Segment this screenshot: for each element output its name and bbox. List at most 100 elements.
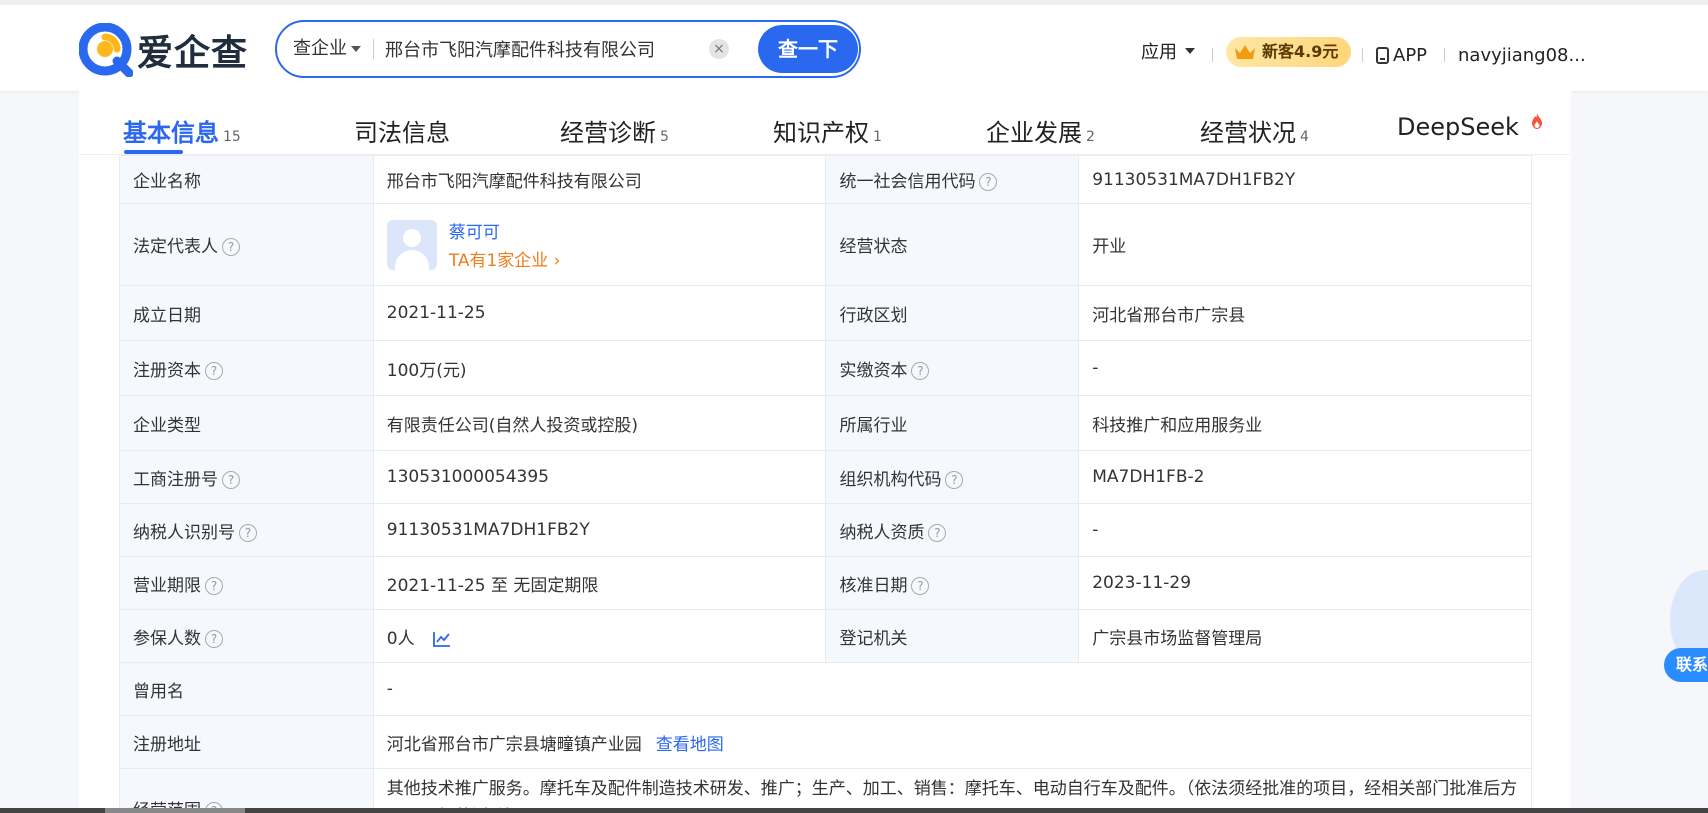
- address-cell: 河北省邢台市广宗县塘疃镇产业园 查看地图: [372, 715, 1533, 769]
- legal-rep-cell: 蔡可可 TA有1家企业 ›: [372, 203, 827, 286]
- help-icon[interactable]: ?: [239, 523, 257, 542]
- app-download-link[interactable]: APP: [1376, 45, 1427, 66]
- help-icon[interactable]: ?: [205, 576, 223, 595]
- avatar[interactable]: [386, 219, 437, 270]
- status-label: 经营状态: [825, 203, 1080, 286]
- insured-label: 参保人数?: [119, 609, 374, 663]
- address-value: 河北省邢台市广宗县塘疃镇产业园: [386, 734, 642, 755]
- legal-rep-name[interactable]: 蔡可可: [449, 218, 561, 243]
- insured-cell: 0人: [372, 609, 827, 663]
- help-icon[interactable]: ?: [222, 470, 240, 489]
- label-text: 法定代表人: [133, 237, 218, 257]
- tab-judicial-info[interactable]: 司法信息: [354, 113, 454, 148]
- type-value: 有限责任公司(自然人投资或控股): [372, 395, 827, 451]
- approval-date-label: 核准日期?: [825, 556, 1080, 610]
- horizontal-scrollbar[interactable]: [0, 808, 1708, 813]
- authority-label: 登记机关: [825, 609, 1080, 663]
- tab-count: 4: [1300, 129, 1309, 145]
- label-text: 参保人数: [133, 628, 201, 649]
- legal-rep-companies-link[interactable]: TA有1家企业 ›: [449, 246, 561, 271]
- scope-value: 其他技术推广服务。摩托车及配件制造技术研发、推广；生产、加工、销售：摩托车、电动…: [372, 768, 1533, 813]
- new-user-badge[interactable]: 新客4.9元: [1226, 37, 1351, 67]
- taxpayer-qual-label: 纳税人资质?: [825, 503, 1080, 557]
- help-icon[interactable]: ?: [222, 238, 240, 256]
- taxpayer-id-label: 纳税人识别号?: [119, 503, 374, 557]
- legal-rep-person: 蔡可可 TA有1家企业 ›: [386, 218, 813, 271]
- divider: [1444, 48, 1445, 62]
- divider: [1212, 48, 1213, 62]
- help-icon[interactable]: ?: [945, 470, 964, 489]
- status-value: 开业: [1078, 203, 1532, 286]
- search-box: 查企业 × 查一下: [275, 20, 861, 78]
- tab-business-diagnosis[interactable]: 经营诊断 5: [560, 113, 669, 148]
- logo-text: 爱企查: [137, 33, 249, 74]
- legal-rep-label: 法定代表人?: [119, 203, 374, 286]
- tab-count: 5: [660, 129, 669, 145]
- app-label: APP: [1393, 45, 1428, 66]
- chevron-down-icon: [351, 46, 361, 52]
- label-text: 工商注册号: [133, 469, 218, 490]
- biz-term-label: 营业期限?: [119, 556, 374, 610]
- table-row: 营业期限? 2021-11-25 至 无固定期限 核准日期? 2023-11-2…: [119, 556, 1532, 610]
- credit-code-label: 统一社会信用代码?: [825, 155, 1080, 204]
- tab-business-status[interactable]: 经营状况 4: [1200, 113, 1309, 148]
- type-label: 企业类型: [119, 395, 374, 451]
- scope-label: 经营范围?: [119, 768, 374, 813]
- logo[interactable]: 爱企查: [78, 21, 249, 79]
- tab-deepseek[interactable]: DeepSeek: [1397, 113, 1543, 141]
- crown-icon: [1235, 45, 1255, 59]
- tab-label: 经营状况: [1200, 119, 1296, 147]
- clear-icon[interactable]: ×: [709, 39, 729, 59]
- table-row: 注册地址 河北省邢台市广宗县塘疃镇产业园 查看地图: [119, 715, 1533, 769]
- paid-capital-label: 实缴资本?: [825, 340, 1080, 396]
- help-icon[interactable]: ?: [911, 361, 930, 380]
- table-row: 纳税人识别号? 91130531MA7DH1FB2Y 纳税人资质? -: [119, 503, 1532, 557]
- label-text: 纳税人识别号: [133, 522, 235, 543]
- main-content: 基本信息 15 司法信息 经营诊断 5 知识产权 1 企业发展 2 经营状况 4 Deep…: [79, 91, 1571, 813]
- table-row: 经营范围? 其他技术推广服务。摩托车及配件制造技术研发、推广；生产、加工、销售：…: [119, 768, 1533, 813]
- taxpayer-qual-value: -: [1078, 503, 1532, 557]
- former-name-value: -: [372, 662, 1533, 716]
- contact-widget[interactable]: 联系: [1664, 570, 1708, 690]
- tab-label: 经营诊断: [560, 119, 656, 147]
- region-value: 河北省邢台市广宗县: [1078, 285, 1532, 341]
- help-icon[interactable]: ?: [979, 173, 998, 191]
- table-row: 注册资本? 100万(元) 实缴资本? -: [119, 340, 1532, 396]
- tab-label: 司法信息: [354, 119, 450, 147]
- org-code-label: 组织机构代码?: [825, 450, 1080, 504]
- search-button[interactable]: 查一下: [758, 25, 858, 73]
- help-icon[interactable]: ?: [205, 361, 223, 380]
- phone-icon: [1376, 47, 1389, 64]
- founded-label: 成立日期: [119, 285, 374, 341]
- search-divider: [373, 39, 374, 59]
- credit-code-value: 91130531MA7DH1FB2Y: [1078, 155, 1532, 204]
- company-name-label: 企业名称: [119, 155, 374, 204]
- user-account[interactable]: navyjiang08...: [1458, 45, 1586, 66]
- paid-capital-value: -: [1078, 340, 1532, 396]
- former-name-label: 曾用名: [119, 662, 374, 716]
- search-type-label: 查企业: [293, 38, 347, 59]
- help-icon[interactable]: ?: [928, 523, 947, 542]
- region-label: 行政区划: [825, 285, 1080, 341]
- apps-menu[interactable]: 应用: [1141, 33, 1195, 69]
- label-text: 纳税人资质: [839, 522, 925, 543]
- help-icon[interactable]: ?: [205, 629, 223, 648]
- tab-basic-info[interactable]: 基本信息 15: [123, 113, 241, 148]
- trend-chart-icon[interactable]: [432, 631, 451, 647]
- view-map-link[interactable]: 查看地图: [656, 735, 724, 755]
- search-type-dropdown[interactable]: 查企业: [293, 22, 361, 76]
- tab-intellectual-property[interactable]: 知识产权 1: [773, 113, 882, 148]
- tab-enterprise-development[interactable]: 企业发展 2: [986, 113, 1095, 148]
- taxpayer-id-value: 91130531MA7DH1FB2Y: [372, 503, 827, 557]
- scrollbar-thumb[interactable]: [105, 808, 245, 813]
- label-text: 营业期限: [133, 575, 201, 596]
- help-icon[interactable]: ?: [911, 576, 930, 595]
- table-row: 法定代表人? 蔡可可 TA有1家企业 › 经营状态 开业: [119, 203, 1532, 286]
- table-row: 参保人数? 0人 登记机关 广宗县市场监督管理局: [119, 609, 1532, 663]
- search-input[interactable]: [385, 30, 685, 68]
- tab-count: 1: [873, 129, 882, 145]
- reg-capital-label: 注册资本?: [119, 340, 374, 396]
- label-text: 注册资本: [133, 360, 201, 381]
- tab-label: 知识产权: [773, 119, 869, 147]
- tab-bar: 基本信息 15 司法信息 经营诊断 5 知识产权 1 企业发展 2 经营状况 4 Deep…: [79, 91, 1571, 155]
